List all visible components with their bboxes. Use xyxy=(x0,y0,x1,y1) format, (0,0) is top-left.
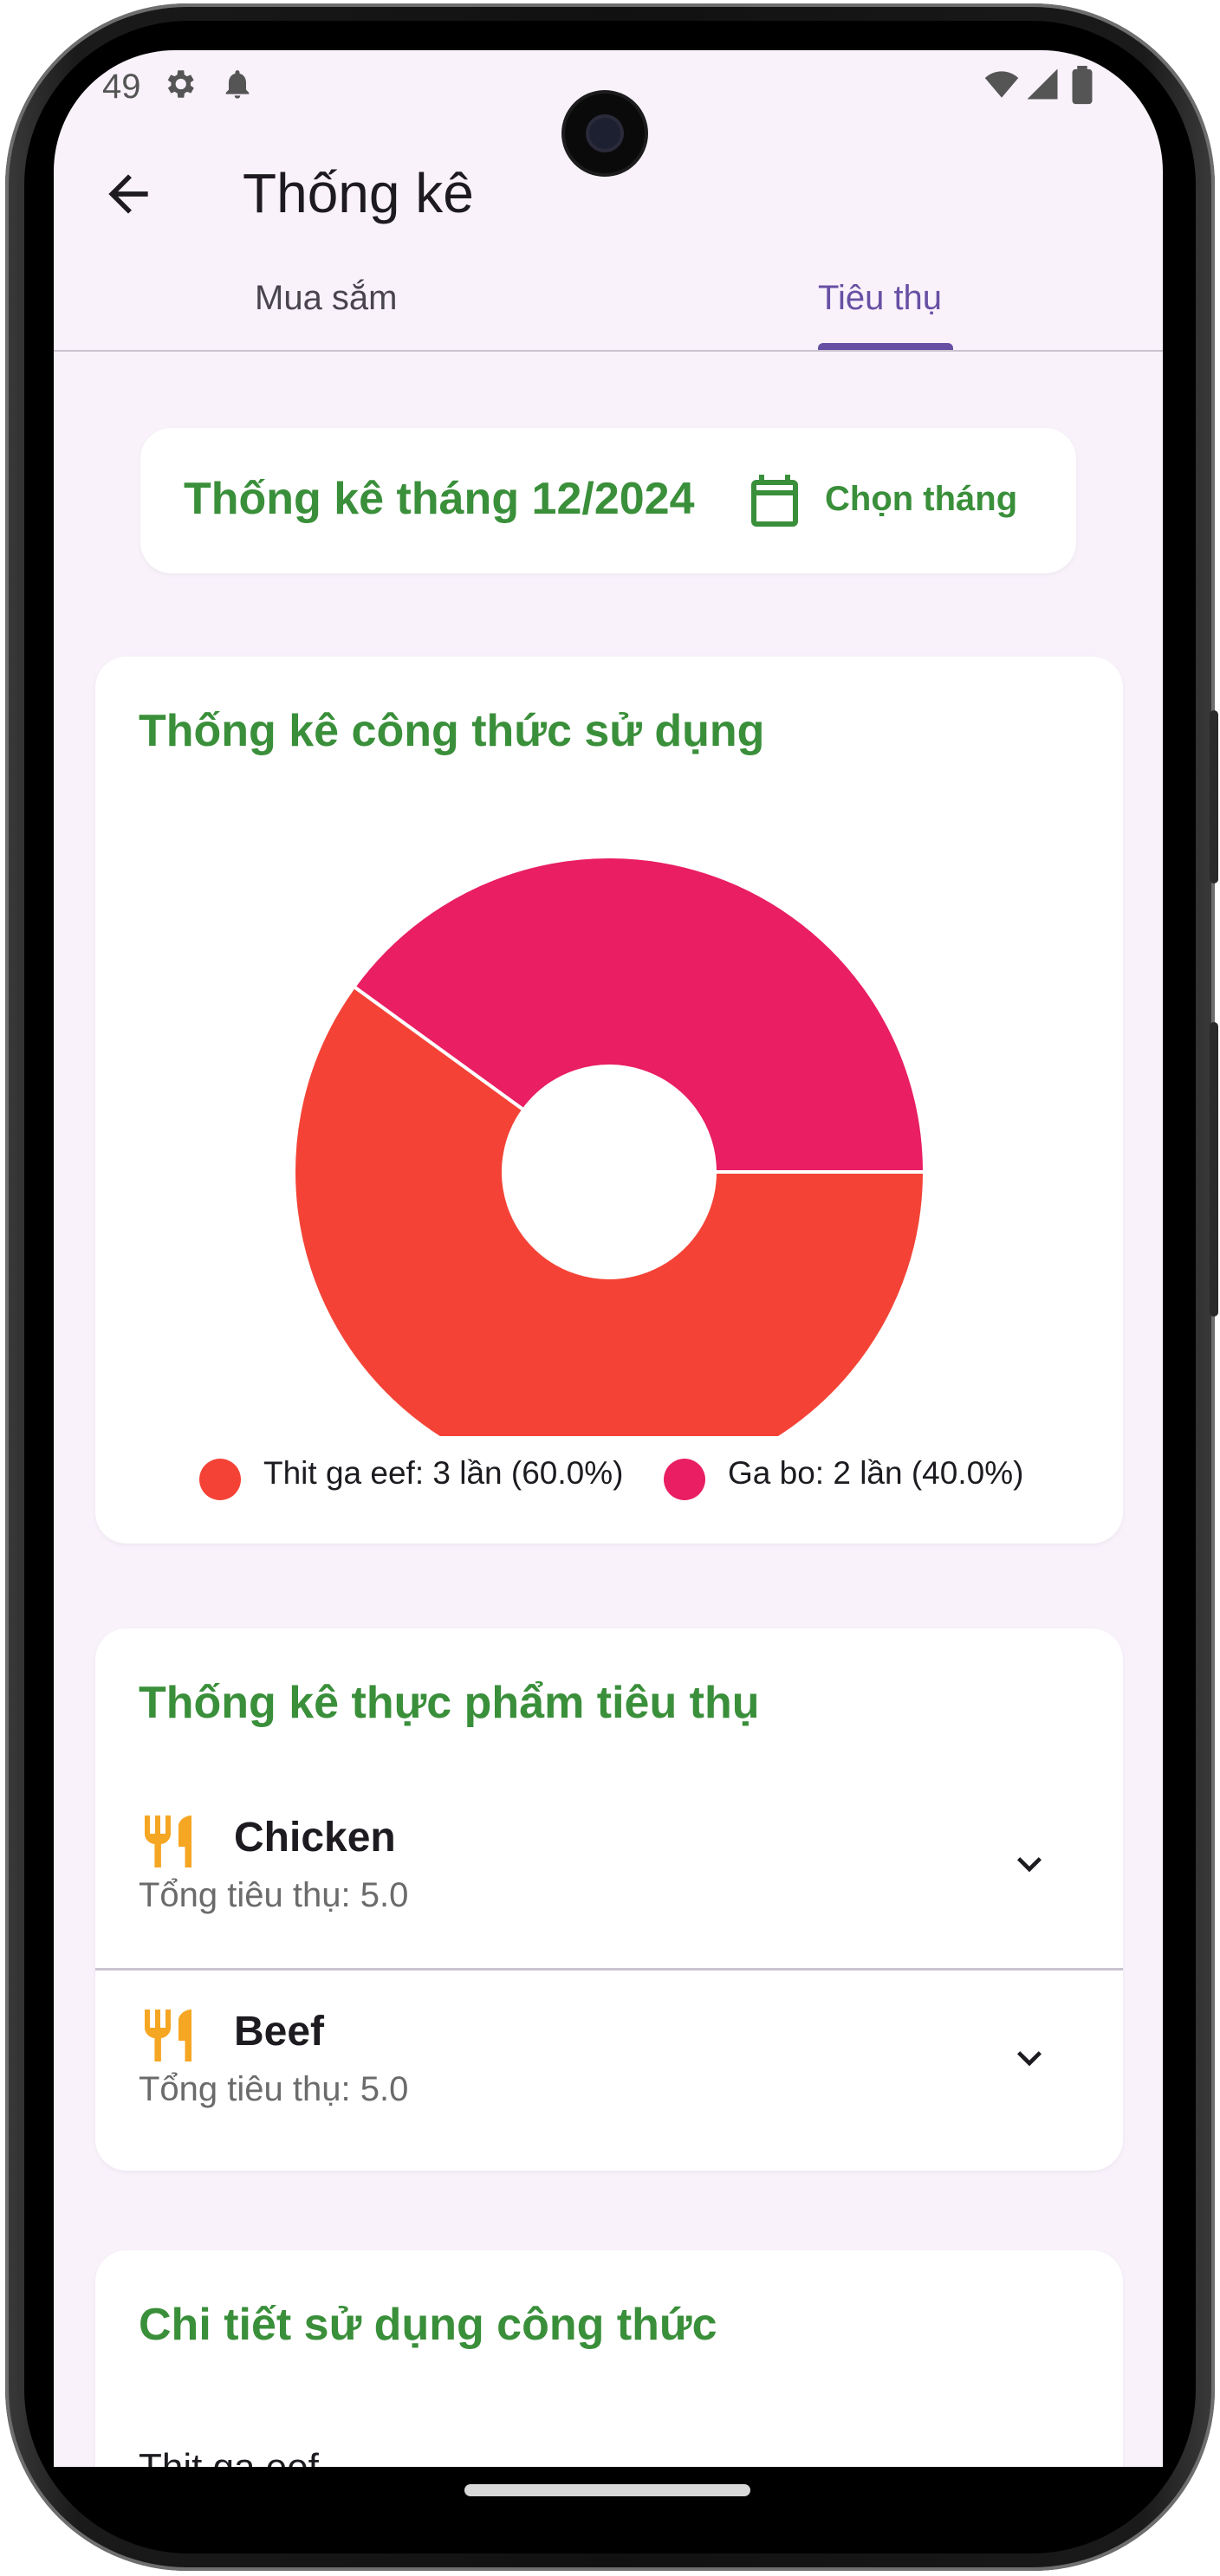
status-time: 49 xyxy=(102,68,141,106)
legend-label-1: Ga bo: 2 lần (40.0%) xyxy=(728,1455,1024,1491)
legend-dot-0 xyxy=(199,1459,241,1500)
notification-bell-icon xyxy=(220,66,255,107)
chart-legend: Thit ga eef: 3 lần (60.0%) Ga bo: 2 lần … xyxy=(95,1455,1123,1504)
month-title: Thống kê tháng 12/2024 xyxy=(184,474,695,524)
arrow-left-icon xyxy=(108,174,148,214)
app-bar: Thống kê xyxy=(54,146,1163,241)
tab-consumption[interactable]: Tiêu thụ xyxy=(818,279,942,318)
chevron-down-icon[interactable] xyxy=(1005,1840,1054,1893)
donut-hole xyxy=(503,1066,715,1278)
food-total: Tổng tiêu thụ: 5.0 xyxy=(139,2070,409,2108)
choose-month-button[interactable]: Chọn tháng xyxy=(825,480,1017,519)
active-tab-indicator xyxy=(818,343,953,350)
food-consumption-title: Thống kê thực phẩm tiêu thụ xyxy=(139,1678,760,1728)
wifi-icon xyxy=(983,66,1021,107)
recipe-detail-item[interactable]: Thit ga eef xyxy=(139,2446,319,2467)
recipe-usage-card: Thống kê công thức sử dụng Thit ga eef: … xyxy=(95,657,1123,1544)
page-title: Thống kê xyxy=(243,162,474,224)
food-consumption-card: Thống kê thực phẩm tiêu thụ Chicken Tổng… xyxy=(95,1628,1123,2171)
signal-icon xyxy=(1024,66,1061,107)
calendar-icon[interactable] xyxy=(743,469,806,536)
row-divider xyxy=(95,1968,1123,1971)
tab-shopping[interactable]: Mua sắm xyxy=(255,279,398,318)
food-row-beef[interactable]: Beef Tổng tiêu thụ: 5.0 xyxy=(95,1975,1123,2169)
screen: 49 Thống kê Mua sắm Tiêu thụ Thống kê th… xyxy=(54,50,1163,2467)
power-button xyxy=(1210,1022,1218,1317)
food-row-chicken[interactable]: Chicken Tổng tiêu thụ: 5.0 xyxy=(95,1781,1123,1975)
home-indicator[interactable] xyxy=(464,2484,750,2496)
volume-button xyxy=(1210,710,1218,883)
restaurant-icon xyxy=(137,2004,199,2071)
legend-dot-1 xyxy=(664,1459,705,1500)
food-name: Beef xyxy=(234,2009,325,2055)
recipe-pie-chart xyxy=(292,855,927,1436)
legend-label-0: Thit ga eef: 3 lần (60.0%) xyxy=(263,1455,624,1491)
food-total: Tổng tiêu thụ: 5.0 xyxy=(139,1876,409,1914)
food-name: Chicken xyxy=(234,1815,396,1861)
recipe-detail-card: Chi tiết sử dụng công thức Thit ga eef xyxy=(95,2250,1123,2467)
back-button[interactable] xyxy=(99,165,158,223)
restaurant-icon xyxy=(137,1810,199,1877)
month-selector-card: Thống kê tháng 12/2024 Chọn tháng xyxy=(140,428,1076,573)
recipe-detail-title: Chi tiết sử dụng công thức xyxy=(139,2300,717,2350)
settings-icon xyxy=(161,66,198,107)
chevron-down-icon[interactable] xyxy=(1005,2034,1054,2087)
battery-icon xyxy=(1069,66,1095,110)
tab-bar: Mua sắm Tiêu thụ xyxy=(54,248,1163,352)
